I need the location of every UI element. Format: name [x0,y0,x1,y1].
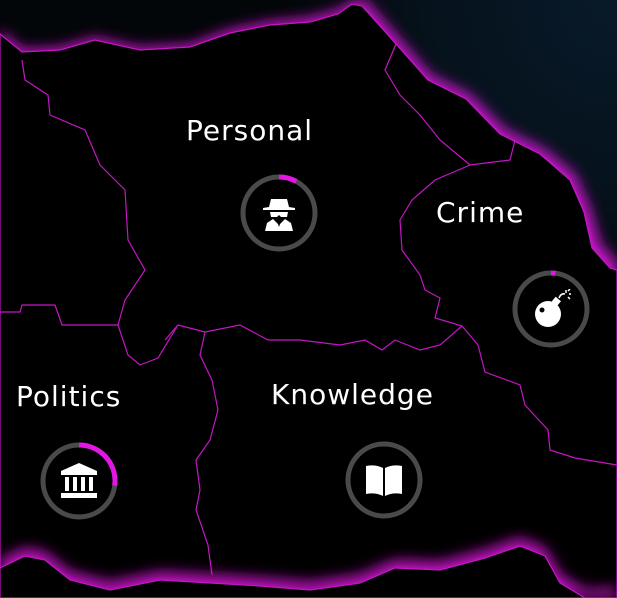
spy-icon [263,199,295,231]
region-node-politics[interactable] [40,442,118,520]
region-node-personal[interactable] [240,174,318,252]
region-label-knowledge: Knowledge [271,378,434,411]
region-label-crime: Crime [436,196,525,229]
region-node-knowledge[interactable] [345,441,423,519]
region-label-politics: Politics [16,380,122,413]
region-label-personal: Personal [186,114,314,147]
book-icon [366,465,402,496]
government-icon [61,463,97,498]
region-node-crime[interactable] [512,270,590,348]
bomb-icon [535,289,571,327]
